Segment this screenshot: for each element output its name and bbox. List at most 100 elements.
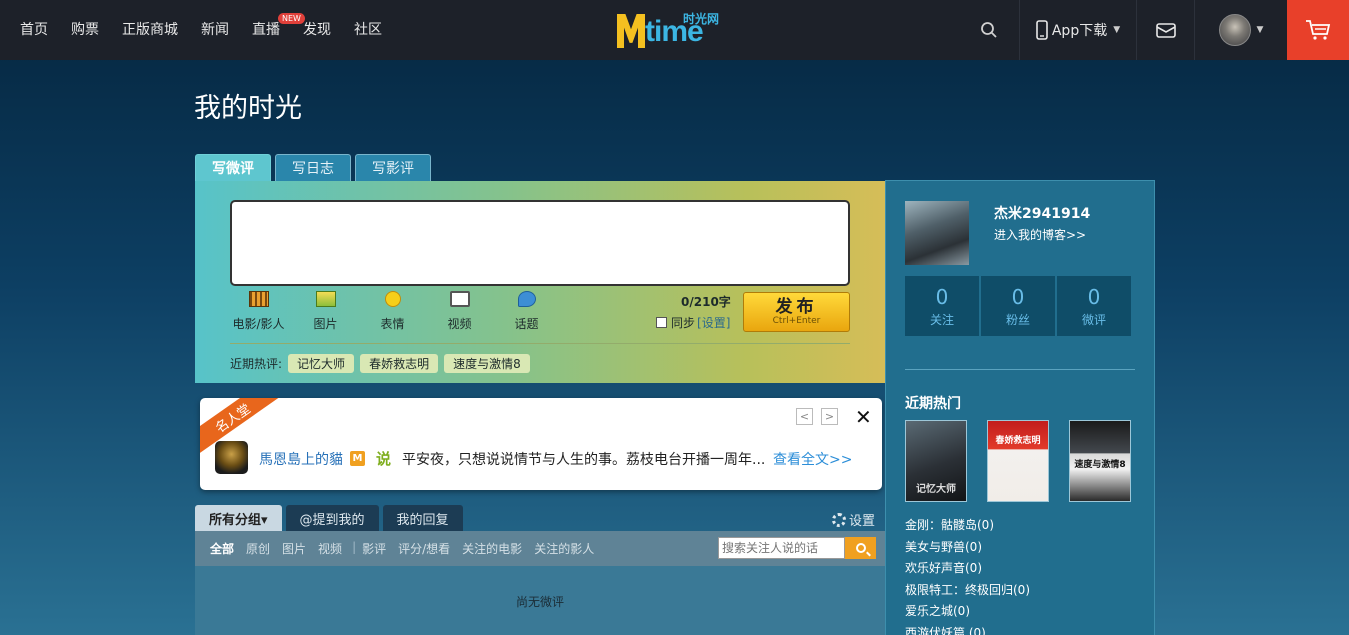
search-button[interactable]: [959, 0, 1019, 60]
sync-label: 同步: [671, 316, 696, 330]
tab-mentions[interactable]: @提到我的: [285, 505, 379, 531]
mtime-logo[interactable]: time 时光网: [617, 12, 737, 48]
filter-videos[interactable]: 视频: [318, 540, 342, 557]
sync-checkbox[interactable]: [656, 317, 667, 328]
movie-poster[interactable]: 速度与激情8: [1069, 420, 1131, 502]
nav-community[interactable]: 社区: [354, 0, 382, 60]
stat-label: 粉丝: [1005, 312, 1030, 327]
hot-reviews: 近期热评: 记忆大师 春娇救志明 速度与激情8: [230, 354, 536, 373]
publish-label: 发布: [775, 297, 818, 317]
poster-title: 记忆大师: [916, 484, 956, 495]
list-item[interactable]: 美女与野兽(0): [905, 537, 1030, 559]
char-max: /210字: [689, 295, 731, 309]
close-icon[interactable]: ✕: [855, 405, 872, 429]
list-item[interactable]: 欢乐好声音(0): [905, 558, 1030, 580]
empty-feed-message: 尚无微评: [515, 595, 564, 609]
app-download-button[interactable]: App下载 ▼: [1019, 0, 1136, 60]
tool-topic[interactable]: 话题: [493, 291, 560, 332]
new-badge: NEW: [278, 13, 305, 24]
movie-poster[interactable]: 记忆大师: [905, 420, 967, 502]
avatar[interactable]: [215, 441, 248, 474]
nav-mall[interactable]: 正版商城: [122, 0, 178, 60]
prev-arrow-button[interactable]: <: [796, 408, 813, 425]
hot-movies-title: 近期热门: [905, 396, 961, 412]
profile-username: 杰米2941914: [994, 206, 1091, 222]
composer-tabs: 写微评 写日志 写影评: [195, 154, 435, 181]
tab-write-microreview[interactable]: 写微评: [195, 154, 271, 181]
list-item[interactable]: 爱乐之城(0): [905, 601, 1030, 623]
app-download-label: App下载: [1051, 23, 1108, 39]
divider: [230, 343, 850, 344]
tool-label: 话题: [514, 317, 539, 331]
nav-news[interactable]: 新闻: [201, 0, 229, 60]
tool-image[interactable]: 图片: [292, 291, 359, 332]
tab-write-review[interactable]: 写影评: [355, 154, 431, 181]
list-item[interactable]: 金刚：骷髅岛(0): [905, 515, 1030, 537]
stat-followers[interactable]: 0 粉丝: [981, 276, 1055, 336]
speech-bubble-icon: [517, 291, 536, 307]
feed-settings-label: 设置: [849, 514, 876, 529]
messages-button[interactable]: [1136, 0, 1194, 60]
hot-chip[interactable]: 春娇救志明: [360, 354, 439, 373]
fame-username-link[interactable]: 馬恩島上的貓: [259, 449, 343, 469]
hot-chip[interactable]: 记忆大师: [288, 354, 355, 373]
publish-shortcut: Ctrl+Enter: [772, 316, 821, 326]
say-label: 说: [376, 450, 392, 468]
header-actions: App下载 ▼ ▼: [959, 0, 1349, 60]
filter-all[interactable]: 全部: [210, 540, 234, 557]
blog-link[interactable]: 进入我的博客>>: [994, 226, 1086, 243]
read-full-link[interactable]: 查看全文>>: [773, 449, 852, 469]
movie-poster[interactable]: 春娇救志明: [987, 420, 1049, 502]
stat-label: 关注: [929, 312, 954, 327]
nav-discover[interactable]: 发现: [303, 0, 331, 60]
nav-tickets[interactable]: 购票: [71, 0, 99, 60]
list-item[interactable]: 极限特工：终极回归(0): [905, 580, 1030, 602]
filter-followed-movies[interactable]: 关注的电影: [462, 540, 522, 557]
sync-settings-link[interactable]: [设置]: [697, 314, 730, 331]
feed-list: 尚无微评: [195, 566, 885, 635]
filter-reviews[interactable]: 影评: [362, 540, 386, 557]
tool-emoji[interactable]: 表情: [359, 291, 426, 332]
publish-button[interactable]: 发布 Ctrl+Enter: [743, 292, 850, 332]
phone-icon: [1036, 20, 1048, 40]
mail-icon: [1155, 22, 1176, 38]
feed-search-button[interactable]: [845, 537, 876, 559]
feed-tabs: 所有分组▾ @提到我的 我的回复: [195, 505, 467, 531]
divider: [905, 369, 1135, 370]
stat-microreviews[interactable]: 0 微评: [1057, 276, 1131, 336]
user-menu[interactable]: ▼: [1194, 0, 1287, 60]
tool-movie-person[interactable]: 电影/影人: [225, 291, 292, 332]
list-item[interactable]: 西游伏妖篇 (0): [905, 623, 1030, 635]
member-badge-icon: M: [350, 451, 365, 466]
feed-filters: 全部 原创 图片 视频 | 影评 评分/想看 关注的电影 关注的影人: [210, 540, 606, 557]
gear-icon: [832, 512, 846, 527]
next-arrow-button[interactable]: >: [821, 408, 838, 425]
filter-ratings[interactable]: 评分/想看: [398, 540, 450, 557]
video-icon: [449, 291, 470, 307]
filter-original[interactable]: 原创: [246, 540, 270, 557]
chevron-down-icon: ▼: [1113, 25, 1121, 35]
nav-home[interactable]: 首页: [20, 0, 48, 60]
stat-following[interactable]: 0 关注: [905, 276, 979, 336]
filter-images[interactable]: 图片: [282, 540, 306, 557]
microreview-textarea[interactable]: [230, 200, 850, 286]
tool-label: 电影/影人: [232, 317, 285, 331]
avatar[interactable]: [905, 201, 969, 265]
tab-all-groups[interactable]: 所有分组▾: [195, 505, 282, 531]
nav-live-label: 直播: [252, 22, 280, 38]
feed-search-input[interactable]: [718, 537, 845, 559]
hot-chip[interactable]: 速度与激情8: [444, 354, 530, 373]
tool-video[interactable]: 视频: [426, 291, 493, 332]
cart-button[interactable]: [1287, 0, 1349, 60]
search-icon: [981, 22, 997, 38]
filter-followed-people[interactable]: 关注的影人: [534, 540, 594, 557]
nav-live[interactable]: 直播 NEW: [252, 0, 305, 60]
poster-title: 速度与激情8: [1074, 460, 1126, 470]
fame-post-text: 平安夜，只想说说情节与人生的事。荔枝电台开播一周年...: [402, 452, 766, 468]
tab-my-replies[interactable]: 我的回复: [382, 505, 463, 531]
feed-settings-link[interactable]: 设置: [832, 510, 875, 529]
hot-movie-list: 金刚：骷髅岛(0) 美女与野兽(0) 欢乐好声音(0) 极限特工：终极回归(0)…: [905, 515, 1030, 635]
avatar: [1218, 14, 1251, 46]
tab-write-diary[interactable]: 写日志: [275, 154, 351, 181]
sync-option: 同步 [设置]: [656, 314, 730, 331]
